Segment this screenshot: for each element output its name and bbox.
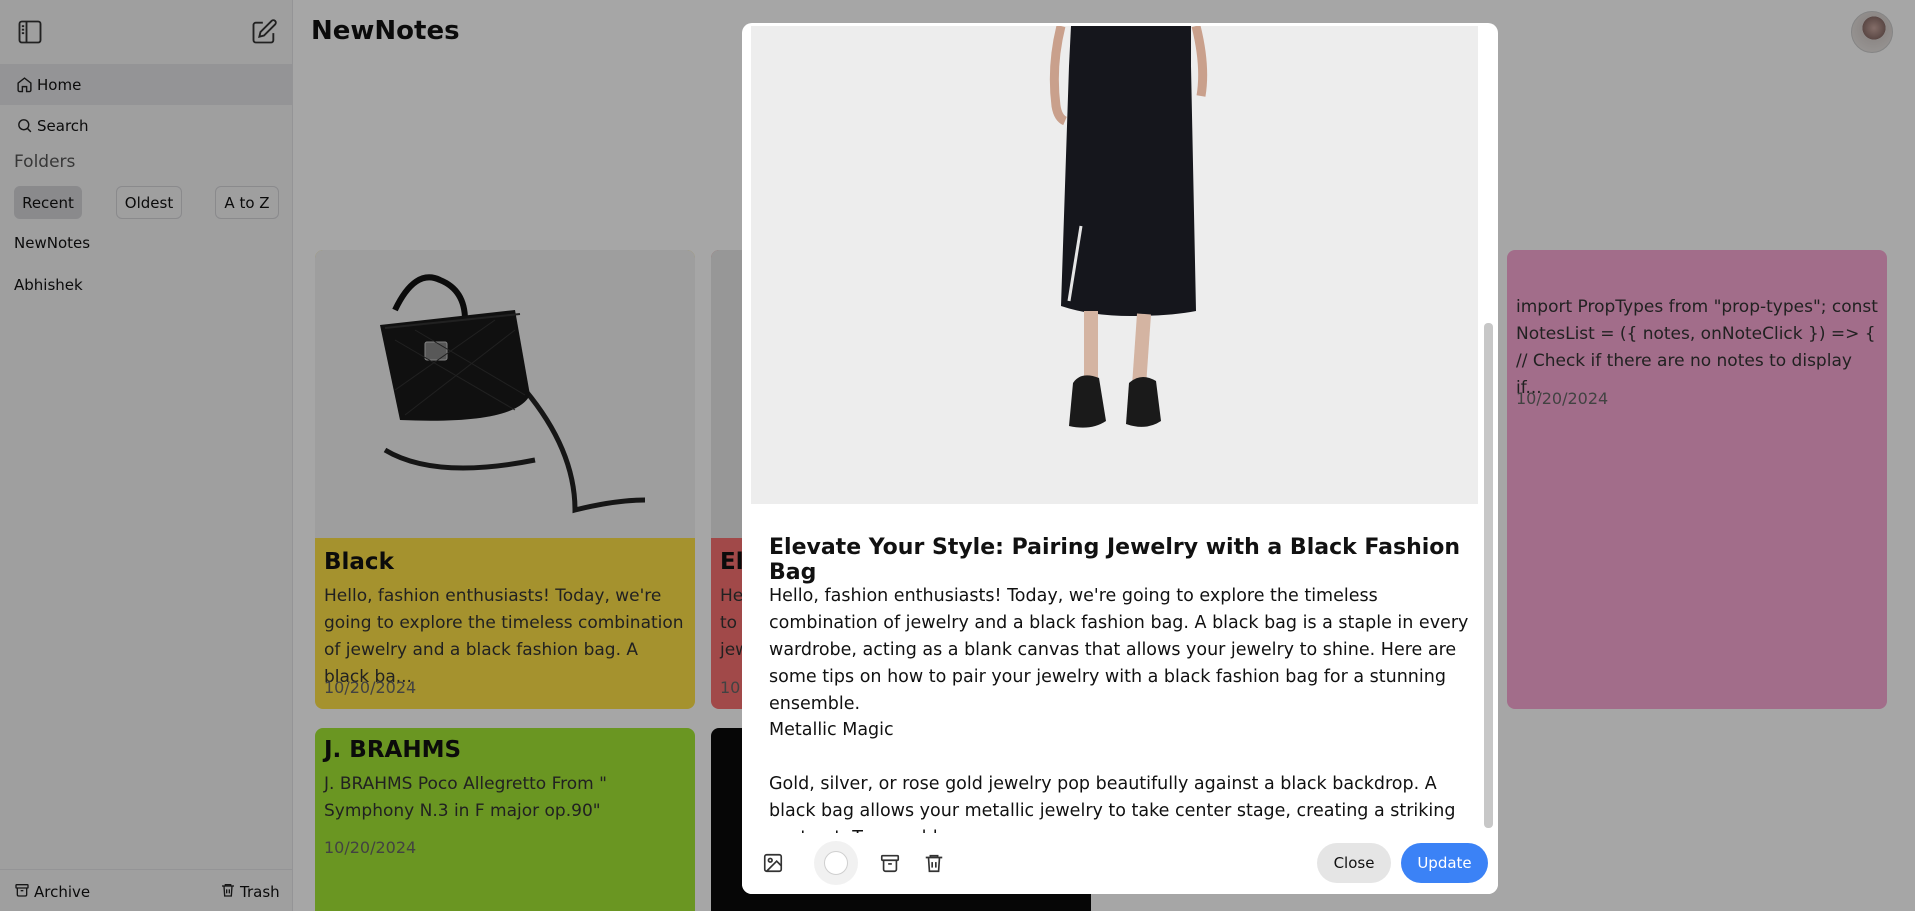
note-editor-modal: Elevate Your Style: Pairing Jewelry with…: [742, 23, 1498, 894]
color-picker-button[interactable]: [814, 841, 858, 885]
close-button[interactable]: Close: [1317, 843, 1391, 883]
update-button[interactable]: Update: [1401, 843, 1488, 883]
note-body-paragraph[interactable]: Gold, silver, or rose gold jewelry pop b…: [769, 771, 1469, 833]
archive-icon[interactable]: [878, 851, 902, 875]
note-body-heading[interactable]: Metallic Magic: [769, 717, 1469, 744]
add-image-icon[interactable]: [761, 851, 785, 875]
modal-scrollbar[interactable]: [1484, 323, 1493, 828]
modal-toolbar: Close Update: [742, 833, 1498, 894]
note-title-field[interactable]: Elevate Your Style: Pairing Jewelry with…: [769, 535, 1469, 585]
trash-icon[interactable]: [922, 851, 946, 875]
note-image-model: [751, 26, 1478, 504]
modal-content[interactable]: Elevate Your Style: Pairing Jewelry with…: [742, 23, 1498, 833]
note-body-paragraph[interactable]: Hello, fashion enthusiasts! Today, we're…: [769, 583, 1469, 718]
color-swatch-icon: [824, 851, 848, 875]
